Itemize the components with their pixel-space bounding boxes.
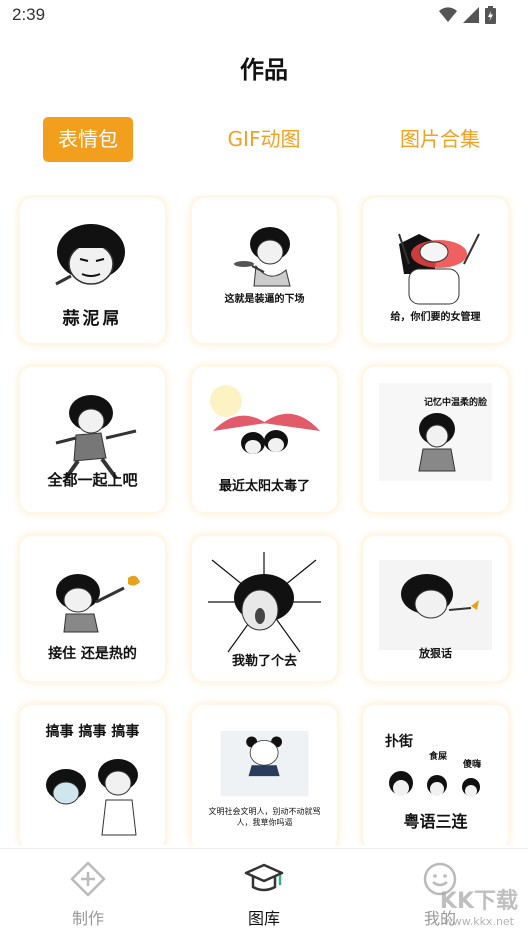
- meme-caption: 这就是装逼的下场: [224, 294, 305, 305]
- meme-card[interactable]: 扑街 食屎 傻嗨 粤语三连: [363, 705, 508, 845]
- wifi-icon: [439, 7, 457, 23]
- meme-card[interactable]: 蒜泥屌: [20, 198, 165, 343]
- meme-card[interactable]: 文明社会文明人，别动不动就骂人，我草你吗逼: [192, 705, 337, 845]
- meme-card[interactable]: 接住 还是热的: [20, 536, 165, 681]
- nav-mine[interactable]: 我的: [390, 861, 490, 929]
- nav-gallery[interactable]: 图库: [214, 861, 314, 929]
- meme-image: [208, 214, 321, 322]
- diamond-plus-icon: [70, 861, 106, 897]
- meme-caption: 蒜泥屌: [62, 309, 123, 329]
- meme-card[interactable]: 这就是装逼的下场: [192, 198, 337, 343]
- meme-image: [389, 771, 480, 797]
- meme-card[interactable]: 搞事 搞事 搞事: [20, 705, 165, 845]
- status-bar: 2:39: [0, 0, 528, 32]
- meme-caption: 接住 还是热的: [48, 646, 137, 662]
- battery-icon: [485, 6, 496, 24]
- meme-card[interactable]: 放狠话: [363, 536, 508, 681]
- meme-text-mid: 食屎: [429, 752, 448, 762]
- meme-image: [208, 731, 321, 815]
- signal-icon: [463, 7, 479, 23]
- meme-caption: 搞事 搞事 搞事: [45, 724, 140, 740]
- meme-image: [36, 745, 149, 845]
- meme-caption: 全都一起上吧: [47, 471, 138, 489]
- meme-caption: 放狠话: [419, 647, 452, 660]
- page-title: 作品: [240, 56, 288, 84]
- meme-grid: 蒜泥屌 这就是装逼的下场 给，你们要的女管理 全都一起上吧 最近太阳太毒了 记忆…: [0, 195, 528, 845]
- status-icons: [439, 6, 496, 24]
- meme-card[interactable]: 最近太阳太毒了: [192, 367, 337, 512]
- nav-label: 我的: [423, 909, 456, 928]
- meme-caption: 文明社会文明人，别动不动就骂人，我草你吗逼: [208, 807, 321, 827]
- nav-label: 制作: [71, 909, 104, 928]
- nav-label: 图库: [247, 909, 280, 928]
- meme-image: [208, 552, 321, 660]
- tab-image-collection[interactable]: 图片合集: [390, 117, 490, 162]
- meme-card[interactable]: 我勒了个去: [192, 536, 337, 681]
- category-tabs: 表情包 GIF动图 图片合集: [0, 117, 528, 162]
- meme-card[interactable]: 全都一起上吧: [20, 367, 165, 512]
- tab-gif[interactable]: GIF动图: [216, 117, 312, 162]
- graduation-cap-icon: [244, 863, 284, 892]
- meme-caption: 给，你们要的女管理: [390, 312, 481, 323]
- meme-caption: 最近太阳太毒了: [218, 479, 310, 494]
- bottom-nav: 制作 图库 我的 KK下载 www.kkx.net: [0, 848, 528, 939]
- meme-text-top: 扑街: [385, 734, 413, 750]
- nav-make[interactable]: 制作: [38, 861, 138, 929]
- meme-caption: 粤语三连: [403, 812, 468, 831]
- smiley-icon: [423, 862, 457, 896]
- tab-emoji-pack[interactable]: 表情包: [43, 117, 133, 162]
- meme-card[interactable]: 记忆中温柔的脸: [363, 367, 508, 512]
- meme-caption: 我勒了个去: [231, 654, 297, 669]
- meme-caption: 记忆中温柔的脸: [423, 398, 487, 408]
- meme-image: [379, 214, 492, 322]
- status-time: 2:39: [12, 5, 46, 24]
- meme-card[interactable]: 给，你们要的女管理: [363, 198, 508, 343]
- meme-image: [379, 552, 492, 660]
